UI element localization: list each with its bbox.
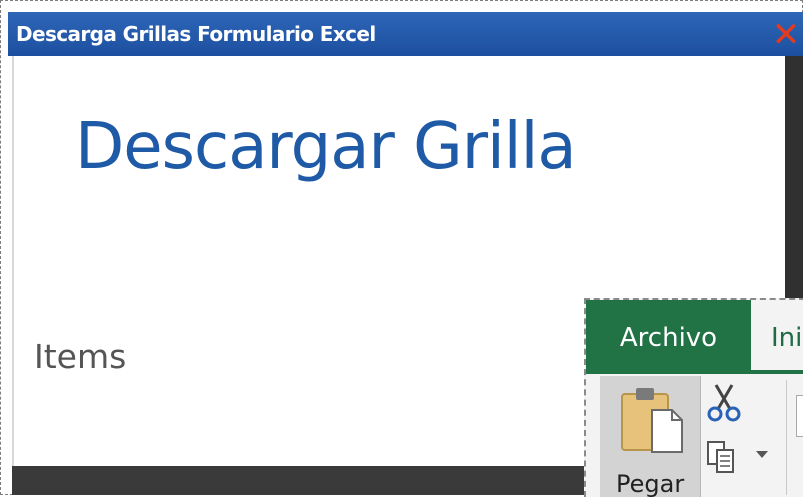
tab-inicio[interactable]: Ini <box>751 300 803 370</box>
paste-label: Pegar <box>616 470 685 497</box>
scissors-icon[interactable] <box>706 383 742 423</box>
paste-button[interactable]: Pegar <box>600 376 701 497</box>
chevron-down-icon[interactable] <box>756 451 768 458</box>
ribbon-group-divider <box>786 380 787 495</box>
clipboard-icon <box>621 388 683 453</box>
title-bar[interactable]: Descarga Grillas Formulario Excel ✕ <box>8 12 803 56</box>
items-label: Items <box>34 337 127 376</box>
ribbon-tab-divider <box>586 370 803 374</box>
excel-ribbon-screenshot: Archivo Ini Pegar <box>584 298 803 497</box>
tab-archivo[interactable]: Archivo <box>586 300 751 370</box>
font-name-box[interactable] <box>796 395 803 437</box>
copy-icon[interactable] <box>706 440 736 474</box>
close-icon[interactable]: ✕ <box>769 18 803 52</box>
page-title: Descargar Grilla <box>75 110 577 184</box>
window-title: Descarga Grillas Formulario Excel <box>16 22 376 46</box>
